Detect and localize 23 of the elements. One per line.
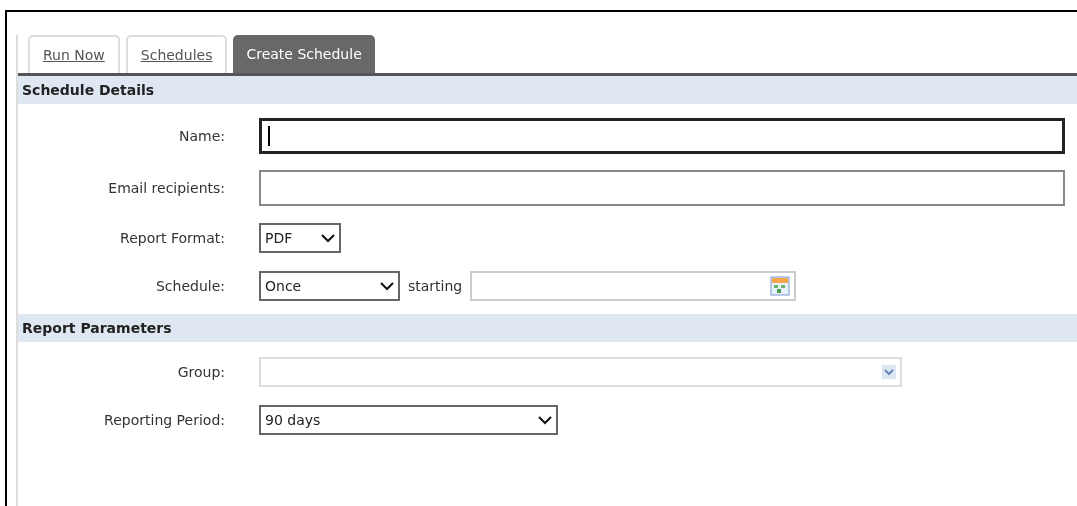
field-label: Group:	[176, 362, 225, 382]
tab[interactable]: Create Schedule	[233, 35, 375, 73]
date-field[interactable]	[470, 271, 797, 301]
field-label: Report Format:	[119, 228, 225, 248]
chevron-down-icon	[380, 281, 394, 291]
field-label: Name:	[177, 126, 225, 146]
dropdown[interactable]: Once	[259, 271, 400, 301]
section-header: Report Parameters	[18, 314, 1077, 342]
dropdown[interactable]: PDF	[259, 223, 341, 253]
dropdown[interactable]: 90 days	[259, 405, 558, 435]
text-cursor	[268, 126, 270, 146]
section-header: Schedule Details	[18, 76, 1077, 104]
connector-label: starting	[408, 276, 463, 296]
tab[interactable]: Run Now	[28, 35, 120, 73]
field-label: Email recipients:	[107, 178, 225, 198]
field-label: Reporting Period:	[103, 410, 225, 430]
tab[interactable]: Schedules	[125, 35, 228, 73]
field-label: Schedule:	[154, 276, 225, 296]
text-field[interactable]	[259, 170, 1065, 206]
chevron-down-icon	[321, 233, 335, 243]
chevron-down-icon	[538, 415, 552, 425]
text-field[interactable]	[259, 118, 1065, 154]
calendar-icon[interactable]	[770, 276, 791, 296]
